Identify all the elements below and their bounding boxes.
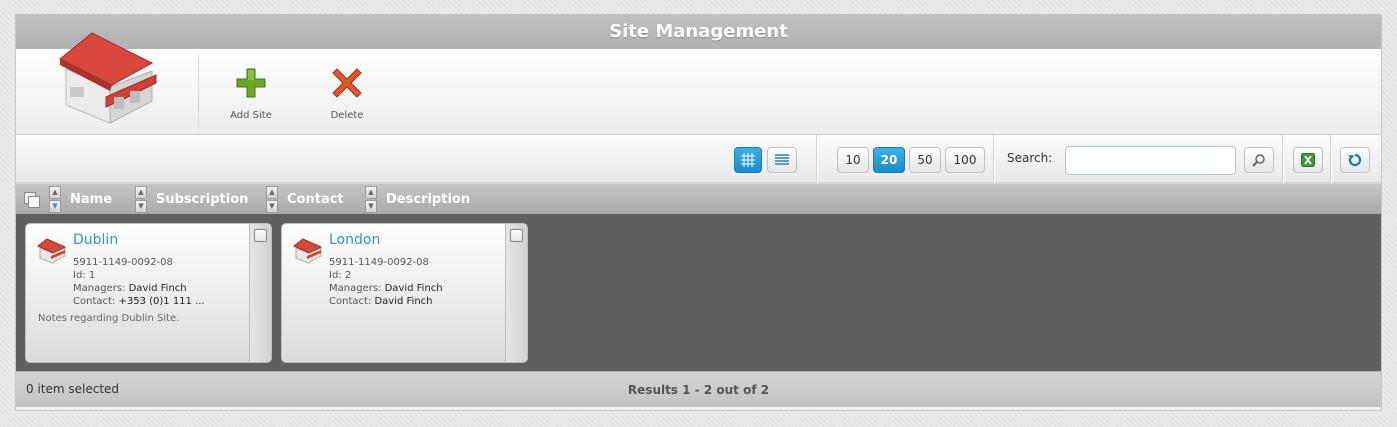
results-summary: Results 1 - 2 out of 2 bbox=[627, 383, 770, 397]
toolbar: Add Site Delete bbox=[16, 32, 1381, 135]
toolbar-separator bbox=[198, 55, 199, 129]
subscription-value: 5911-1149-0092-08 bbox=[329, 257, 429, 268]
delete-button[interactable]: Delete bbox=[312, 67, 382, 121]
column-subscription[interactable]: Subscription bbox=[156, 184, 248, 215]
export-excel-button[interactable] bbox=[1293, 147, 1323, 173]
sort-up-icon[interactable]: ▲ bbox=[266, 186, 278, 199]
site-name[interactable]: London bbox=[329, 232, 380, 248]
description-sort-control[interactable]: ▲ ▼ bbox=[365, 186, 377, 214]
separator bbox=[1282, 135, 1283, 183]
id-label: Id: bbox=[73, 270, 86, 281]
contact-label: Contact: bbox=[73, 296, 116, 307]
separator bbox=[993, 135, 994, 183]
checkbox-icon[interactable] bbox=[254, 229, 267, 242]
contact-sort-control[interactable]: ▲ ▼ bbox=[266, 186, 278, 214]
checkbox-icon[interactable] bbox=[510, 229, 523, 242]
site-details: 5911-1149-0092-08 Id: 2 Managers: David … bbox=[329, 256, 443, 308]
managers-label: Managers: bbox=[329, 283, 382, 294]
sort-up-icon[interactable]: ▲ bbox=[49, 186, 61, 199]
name-sort-control[interactable]: ▲ ▼ bbox=[49, 186, 61, 214]
contact-label: Contact: bbox=[329, 296, 372, 307]
sort-down-icon[interactable]: ▼ bbox=[49, 200, 61, 213]
separator bbox=[1330, 135, 1331, 183]
managers-label: Managers: bbox=[73, 283, 126, 294]
managers-value: David Finch bbox=[384, 283, 443, 294]
select-all-icon[interactable] bbox=[24, 192, 40, 208]
site-notes: Notes regarding Dublin Site. bbox=[38, 313, 180, 324]
search-button[interactable] bbox=[1244, 147, 1274, 173]
add-icon bbox=[236, 68, 266, 98]
card-side-strip bbox=[505, 224, 527, 362]
add-site-label: Add Site bbox=[230, 110, 272, 121]
sort-up-icon[interactable]: ▲ bbox=[135, 186, 147, 199]
id-value: 1 bbox=[88, 270, 96, 281]
grid-view-icon bbox=[741, 153, 755, 167]
list-view-icon bbox=[775, 154, 789, 165]
page-size-50[interactable]: 50 bbox=[909, 147, 941, 173]
excel-icon bbox=[1301, 153, 1315, 167]
column-contact[interactable]: Contact bbox=[287, 184, 344, 215]
column-description[interactable]: Description bbox=[386, 184, 470, 215]
column-header-bar: ▲ ▼ Name ▲ ▼ Subscription ▲ ▼ Contact ▲ … bbox=[16, 183, 1381, 214]
warehouse-icon bbox=[59, 32, 157, 124]
separator bbox=[816, 135, 817, 183]
page-size-100[interactable]: 100 bbox=[945, 147, 985, 173]
sort-down-icon[interactable]: ▼ bbox=[266, 200, 278, 213]
site-details: 5911-1149-0092-08 Id: 1 Managers: David … bbox=[73, 256, 205, 308]
refresh-icon bbox=[1348, 153, 1362, 167]
subscription-sort-control[interactable]: ▲ ▼ bbox=[135, 186, 147, 214]
sort-down-icon[interactable]: ▼ bbox=[135, 200, 147, 213]
column-name[interactable]: Name bbox=[70, 184, 112, 215]
site-card-london[interactable]: London 5911-1149-0092-08 Id: 2 Managers:… bbox=[281, 223, 528, 363]
site-cards-area: Dublin 5911-1149-0092-08 Id: 1 Managers:… bbox=[16, 214, 1381, 371]
site-management-window: Site Management Add Site Delete 10 20 50… bbox=[15, 14, 1382, 411]
status-footer: 0 item selected Results 1 - 2 out of 2 bbox=[16, 371, 1381, 407]
site-card-dublin[interactable]: Dublin 5911-1149-0092-08 Id: 1 Managers:… bbox=[25, 223, 272, 363]
id-value: 2 bbox=[344, 270, 352, 281]
site-name[interactable]: Dublin bbox=[73, 232, 118, 248]
sort-down-icon[interactable]: ▼ bbox=[365, 200, 377, 213]
add-site-button[interactable]: Add Site bbox=[216, 67, 286, 121]
id-label: Id: bbox=[329, 270, 342, 281]
window-title: Site Management bbox=[16, 15, 1381, 49]
grid-view-button[interactable] bbox=[734, 147, 762, 173]
card-side-strip bbox=[249, 224, 271, 362]
managers-value: David Finch bbox=[128, 283, 187, 294]
delete-label: Delete bbox=[330, 110, 364, 121]
refresh-button[interactable] bbox=[1340, 147, 1370, 173]
contact-value: +353 (0)1 111 ... bbox=[118, 296, 205, 307]
search-input[interactable] bbox=[1065, 146, 1236, 175]
search-icon bbox=[1252, 154, 1265, 167]
search-label: Search: bbox=[1007, 151, 1053, 165]
warehouse-icon bbox=[37, 238, 67, 264]
delete-icon bbox=[332, 68, 362, 98]
sort-up-icon[interactable]: ▲ bbox=[365, 186, 377, 199]
list-view-button[interactable] bbox=[767, 147, 797, 173]
subscription-value: 5911-1149-0092-08 bbox=[73, 257, 173, 268]
warehouse-icon bbox=[293, 238, 323, 264]
page-size-20[interactable]: 20 bbox=[873, 147, 905, 173]
contact-value: David Finch bbox=[374, 296, 433, 307]
page-size-10[interactable]: 10 bbox=[837, 147, 869, 173]
grid-controls-bar: 10 20 50 100 Search: bbox=[16, 135, 1381, 183]
